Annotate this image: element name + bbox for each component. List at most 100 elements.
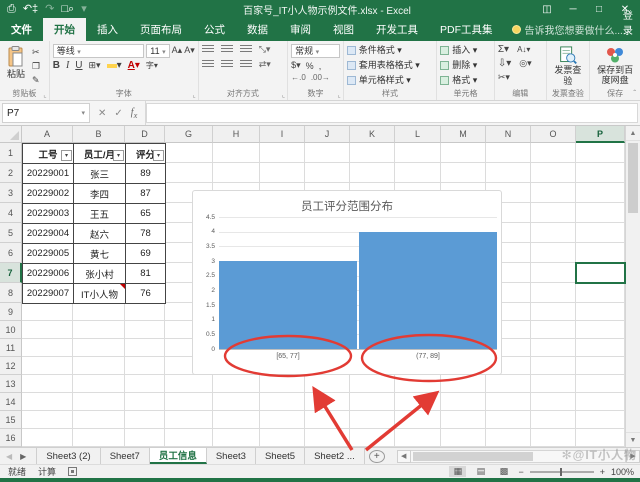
styles-item-单元格样式[interactable]: 单元格样式 ▾ xyxy=(347,74,433,87)
cell-J2[interactable] xyxy=(305,163,350,183)
zoom-in-icon[interactable]: + xyxy=(600,467,605,477)
cell-L1[interactable] xyxy=(395,143,441,163)
table-cell[interactable]: 20229007 xyxy=(22,283,74,304)
save-to-baidu-button[interactable]: 保存到百度网盘 xyxy=(593,44,637,88)
cell-K2[interactable] xyxy=(350,163,395,183)
fill-icon[interactable]: ⇩▾ xyxy=(498,58,511,69)
cancel-entry-icon[interactable]: ✕ xyxy=(98,108,106,119)
row-header-10[interactable]: 10 xyxy=(0,321,22,339)
cell-P6[interactable] xyxy=(576,243,625,263)
increase-decimal-icon[interactable]: ←.0 xyxy=(291,73,306,82)
vertical-scroll-thumb[interactable] xyxy=(628,143,638,213)
cell-I1[interactable] xyxy=(260,143,305,163)
chart-bar-(77, 89][interactable] xyxy=(359,232,497,349)
cell-J16[interactable] xyxy=(305,429,350,447)
horizontal-scroll-thumb[interactable] xyxy=(413,452,533,461)
cell-H16[interactable] xyxy=(213,429,260,447)
cell-B10[interactable] xyxy=(73,321,125,339)
cell-O13[interactable] xyxy=(531,375,576,393)
number-dialog-launcher[interactable]: ⌞ xyxy=(338,91,341,99)
scroll-up-icon[interactable]: ▲ xyxy=(626,126,640,141)
undo-icon[interactable]: ↶‡ xyxy=(23,4,38,15)
cell-A10[interactable] xyxy=(22,321,73,339)
cell-P10[interactable] xyxy=(576,321,625,339)
ribbon-tab-开始[interactable]: 开始 xyxy=(43,18,86,41)
cell-L13[interactable] xyxy=(395,375,441,393)
select-all-corner[interactable] xyxy=(0,126,22,143)
cells-item-插入[interactable]: 插入 ▾ xyxy=(440,44,491,57)
zoom-out-icon[interactable]: − xyxy=(518,467,523,477)
cell-L14[interactable] xyxy=(395,393,441,411)
styles-item-条件格式[interactable]: 条件格式 ▾ xyxy=(347,44,433,57)
sign-in-link[interactable]: 登录 xyxy=(623,7,633,37)
table-cell[interactable]: 89 xyxy=(125,163,166,184)
formula-input[interactable] xyxy=(146,103,638,123)
cell-H13[interactable] xyxy=(213,375,260,393)
normal-view-icon[interactable]: ▦ xyxy=(449,466,466,477)
orientation-icon[interactable]: ⤡▾ xyxy=(259,44,271,55)
cell-O15[interactable] xyxy=(531,411,576,429)
table-cell[interactable]: 20229005 xyxy=(22,243,74,264)
format-painter-icon[interactable]: ✎ xyxy=(32,74,40,86)
cell-P8[interactable] xyxy=(576,283,625,303)
row-header-9[interactable]: 9 xyxy=(0,303,22,321)
invoice-check-button[interactable]: 发票查验 xyxy=(550,44,587,88)
row-header-15[interactable]: 15 xyxy=(0,411,22,429)
percent-icon[interactable]: % xyxy=(306,61,314,71)
clipboard-dialog-launcher[interactable]: ⌞ xyxy=(43,91,46,99)
sheet-tab-Sheet5[interactable]: Sheet5 xyxy=(256,448,305,464)
cell-G15[interactable] xyxy=(165,411,213,429)
ribbon-tab-公式[interactable]: 公式 xyxy=(193,18,236,41)
vertical-scrollbar[interactable]: ▲ ▼ xyxy=(625,126,640,447)
cell-B14[interactable] xyxy=(73,393,125,411)
row-header-14[interactable]: 14 xyxy=(0,393,22,411)
decrease-font-icon[interactable]: A▾ xyxy=(184,44,195,58)
cell-B13[interactable] xyxy=(73,375,125,393)
ribbon-tab-插入[interactable]: 插入 xyxy=(86,18,129,41)
cell-I14[interactable] xyxy=(260,393,305,411)
column-header-P[interactable]: P xyxy=(576,126,625,143)
column-header-D[interactable]: D xyxy=(125,126,165,143)
cell-I2[interactable] xyxy=(260,163,305,183)
row-header-5[interactable]: 5 xyxy=(0,223,22,243)
cell-B9[interactable] xyxy=(73,303,125,321)
table-header-cell[interactable]: 评分▾ xyxy=(125,143,166,164)
paste-button[interactable]: 粘贴 xyxy=(3,44,29,88)
cell-N16[interactable] xyxy=(486,429,531,447)
cell-H14[interactable] xyxy=(213,393,260,411)
ribbon-display-options-icon[interactable]: ◫ xyxy=(534,0,560,19)
table-cell[interactable]: 李四 xyxy=(73,183,126,204)
autosum-icon[interactable]: Σ▾ xyxy=(498,44,509,55)
ribbon-tab-审阅[interactable]: 审阅 xyxy=(279,18,322,41)
cut-icon[interactable]: ✂ xyxy=(32,46,40,58)
row-header-1[interactable]: 1 xyxy=(0,143,22,163)
cell-L15[interactable] xyxy=(395,411,441,429)
cell-D14[interactable] xyxy=(125,393,165,411)
minimize-icon[interactable]: ─ xyxy=(560,0,586,19)
cell-D16[interactable] xyxy=(125,429,165,447)
cell-A16[interactable] xyxy=(22,429,73,447)
cell-D9[interactable] xyxy=(125,303,165,321)
column-header-J[interactable]: J xyxy=(305,126,350,143)
sheet-tab-员工信息[interactable]: 员工信息 xyxy=(150,448,207,464)
tab-file[interactable]: 文件 xyxy=(0,18,43,41)
next-sheet-icon[interactable]: ▶ xyxy=(20,452,26,461)
align-center-icon[interactable] xyxy=(221,60,233,69)
cell-J15[interactable] xyxy=(305,411,350,429)
table-cell[interactable]: 20229003 xyxy=(22,203,74,224)
table-cell[interactable]: 69 xyxy=(125,243,166,264)
cell-G1[interactable] xyxy=(165,143,213,163)
font-size-select[interactable]: 11 ▾ xyxy=(146,44,169,58)
comma-icon[interactable]: , xyxy=(319,61,322,71)
cell-L2[interactable] xyxy=(395,163,441,183)
underline-button[interactable]: U xyxy=(75,60,82,71)
column-header-N[interactable]: N xyxy=(486,126,531,143)
cell-O3[interactable] xyxy=(531,183,576,203)
customize-qat-icon[interactable]: ▾ xyxy=(81,4,87,15)
cell-O4[interactable] xyxy=(531,203,576,223)
ribbon-tab-页面布局[interactable]: 页面布局 xyxy=(129,18,193,41)
new-sheet-button[interactable]: + xyxy=(369,450,385,463)
table-cell[interactable]: 76 xyxy=(125,283,166,304)
cell-I16[interactable] xyxy=(260,429,305,447)
borders-icon[interactable]: ⊞▾ xyxy=(89,60,101,71)
